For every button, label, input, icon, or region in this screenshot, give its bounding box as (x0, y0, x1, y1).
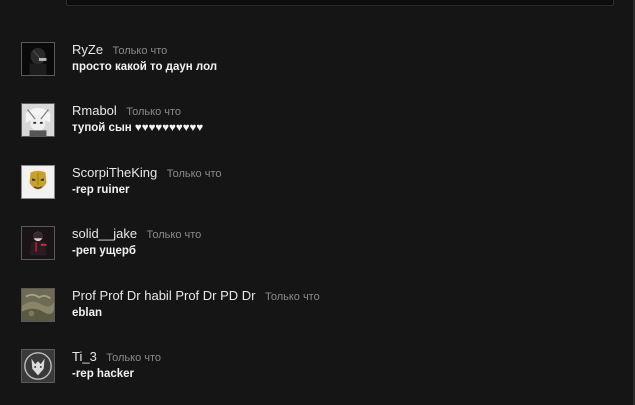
landscape-avatar-icon[interactable] (21, 288, 55, 322)
comments-page: RyZe Только что просто какой то даун лол… (0, 0, 635, 405)
comment-text: -rep hacker (72, 368, 135, 380)
author-name[interactable]: solid__jake (72, 226, 137, 241)
author-name[interactable]: RyZe (72, 42, 103, 57)
comment-timestamp: Только что (264, 291, 320, 303)
comment-timestamp: Только что (126, 106, 182, 118)
dark-figure-avatar-icon[interactable] (21, 42, 55, 76)
anime-character-avatar-icon[interactable] (21, 103, 55, 137)
author-name[interactable]: Ti_3 (72, 349, 97, 364)
comment-text: тупой сын ♥♥♥♥♥♥♥♥♥♥ (72, 122, 204, 134)
comment-item: solid__jake Только что -реп ущерб (21, 226, 621, 266)
author-name[interactable]: ScorpiTheKing (72, 165, 157, 180)
comment-item: Rmabol Только что тупой сын ♥♥♥♥♥♥♥♥♥♥ (21, 103, 621, 143)
comment-timestamp: Только что (106, 352, 162, 364)
comment-text: просто какой то даун лол (72, 61, 218, 73)
anime-girl-avatar-icon[interactable] (21, 226, 55, 260)
comment-text: eblan (72, 307, 103, 319)
author-name[interactable]: Prof Prof Dr habil Prof Dr PD Dr (72, 288, 256, 303)
comment-input[interactable] (66, 0, 614, 6)
comment-item: RyZe Только что просто какой то даун лол (21, 42, 621, 82)
author-name[interactable]: Rmabol (72, 103, 117, 118)
comment-item: Ti_3 Только что -rep hacker (21, 349, 621, 389)
comment-timestamp: Только что (112, 45, 168, 57)
comment-item: Prof Prof Dr habil Prof Dr PD Dr Только … (21, 288, 621, 328)
gold-mask-avatar-icon[interactable] (21, 165, 55, 199)
comment-text: -реп ущерб (72, 245, 137, 257)
comment-item: ScorpiTheKing Только что -rep ruiner (21, 165, 621, 205)
comment-timestamp: Только что (146, 229, 202, 241)
wolf-avatar-icon[interactable] (21, 349, 55, 383)
comment-timestamp: Только что (166, 168, 222, 180)
comment-text: -rep ruiner (72, 184, 130, 196)
